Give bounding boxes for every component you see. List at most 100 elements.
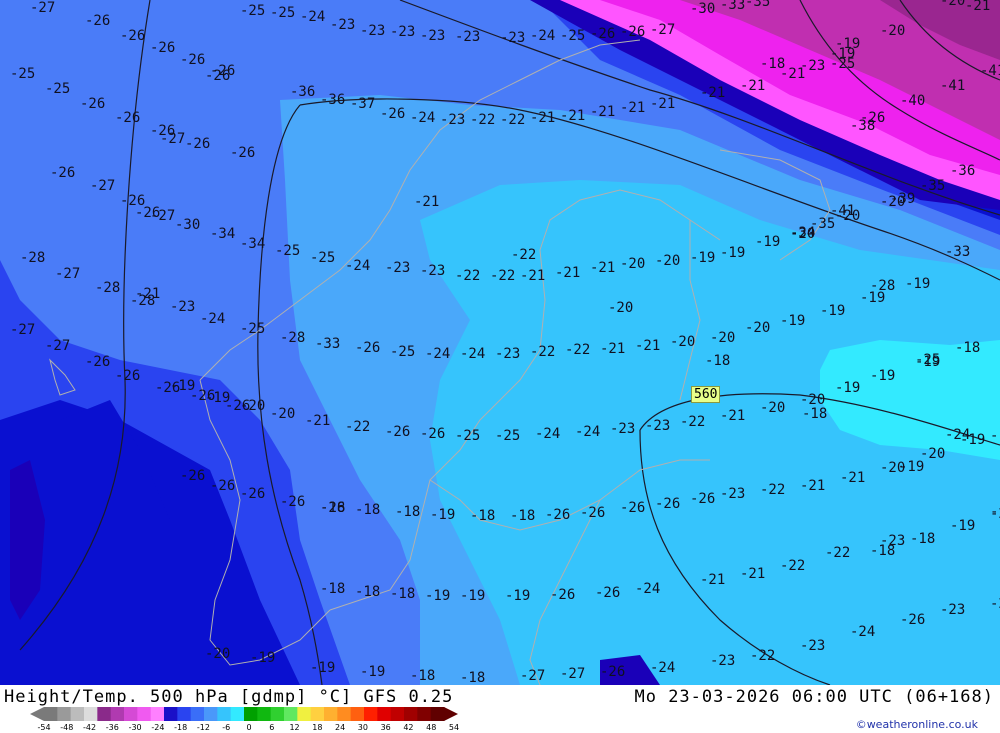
temperature-label: -25 <box>270 5 295 21</box>
temperature-label: -23 <box>385 260 410 276</box>
temperature-label: -21 <box>740 566 765 582</box>
colorbar-swatch <box>284 707 298 721</box>
temperature-label: -20 <box>608 300 633 316</box>
temperature-label: -20 <box>655 253 680 269</box>
colorbar-swatch <box>297 707 312 721</box>
temperature-label: -21 <box>965 0 990 14</box>
temperature-label: -27 <box>650 22 675 38</box>
temperature-label: -25 <box>275 243 300 259</box>
temperature-label: -26 <box>135 205 160 221</box>
colorbar-tick-label: -6 <box>222 723 231 732</box>
temperature-label: -21 <box>700 85 725 101</box>
temperature-label: -26 <box>230 145 255 161</box>
colorbar-swatch <box>137 707 152 721</box>
temperature-label: -21 <box>520 268 545 284</box>
temperature-label: -27 <box>45 338 70 354</box>
temperature-label: -36 <box>950 163 975 179</box>
source-credit[interactable]: ©weatheronline.co.uk <box>856 718 978 731</box>
temperature-label: -24 <box>530 28 555 44</box>
temperature-label: -36 <box>290 84 315 100</box>
temperature-label: -21 <box>135 286 160 302</box>
temperature-label: -26 <box>690 491 715 507</box>
weather-map: -27-26-26-26-26-26-25-25-26-26-26-26-26-… <box>0 0 1000 685</box>
temperature-label: -23 <box>940 602 965 618</box>
temperature-label: -23 <box>880 533 905 549</box>
colorbar-swatch <box>190 707 205 721</box>
colorbar-tick-label: -54 <box>37 723 51 732</box>
temperature-label: -40 <box>900 93 925 109</box>
temperature-label: -19 <box>690 250 715 266</box>
temperature-label: -25 <box>915 352 940 368</box>
colorbar-tick-label: 36 <box>380 723 391 732</box>
colorbar-swatch <box>337 707 352 721</box>
temperature-label: -25 <box>495 428 520 444</box>
temperature-label: -35 <box>920 178 945 194</box>
temperature-label: -25 <box>560 28 585 44</box>
colorbar-swatch <box>70 707 85 721</box>
temperature-label: -20 <box>745 320 770 336</box>
temperature-label: -24 <box>200 311 225 327</box>
temperature-label: -24 <box>650 660 675 676</box>
temperature-label: -28 <box>95 280 120 296</box>
colorbar-swatch <box>124 707 138 721</box>
temperature-label: -33 <box>720 0 745 13</box>
temperature-label: -27 <box>30 0 55 16</box>
temperature-label: -22 <box>750 648 775 664</box>
colorbar-right-arrow <box>444 707 458 721</box>
colorbar-tick-label: 30 <box>357 723 368 732</box>
geopotential-isoline-label: 560 <box>691 386 721 403</box>
temperature-label: -23 <box>390 24 415 40</box>
temperature-label: -26 <box>120 28 145 44</box>
colorbar-swatch <box>377 707 392 721</box>
temperature-label: -22 <box>780 558 805 574</box>
colorbar-swatch <box>324 707 338 721</box>
colorbar-swatch <box>404 707 418 721</box>
temperature-label: -21 <box>600 341 625 357</box>
temperature-label: -19 <box>170 378 195 394</box>
temperature-label: -21 <box>840 470 865 486</box>
temperature-label: -26 <box>150 40 175 56</box>
temperature-label: -26 <box>85 13 110 29</box>
temperature-label: -21 <box>530 110 555 126</box>
temperature-label: -24 <box>945 427 970 443</box>
temperature-label: -33 <box>315 336 340 352</box>
temperature-label: -23 <box>800 638 825 654</box>
temperature-label: -23 <box>330 17 355 33</box>
map-title: Height/Temp. 500 hPa [gdmp] °C] GFS 0.25 <box>4 687 454 707</box>
temperature-label: -20 <box>710 330 735 346</box>
temperature-label: -18 <box>910 531 935 547</box>
temperature-label: -18 <box>395 504 420 520</box>
colorbar-swatch <box>44 707 58 721</box>
temperature-label: -18 <box>320 581 345 597</box>
temperature-label: -25 <box>390 344 415 360</box>
temperature-label: -38 <box>850 118 875 134</box>
temperature-label: -23 <box>170 299 195 315</box>
temperature-label: -25 <box>310 250 335 266</box>
temperature-label: -26 <box>380 106 405 122</box>
temperature-label: -18 <box>460 670 485 685</box>
temperature-label: -30 <box>175 217 200 233</box>
colorbar-swatch <box>244 707 258 721</box>
colorbar-swatch <box>430 707 445 721</box>
temperature-label: -30 <box>690 1 715 17</box>
temperature-label: -37 <box>350 96 375 112</box>
temperature-label: -26 <box>205 68 230 84</box>
color-scale-bar <box>30 707 458 721</box>
temperature-label: -21 <box>590 260 615 276</box>
colorbar-tick-label: -42 <box>83 723 97 732</box>
temperature-label: -22 <box>680 414 705 430</box>
temperature-label: -18 <box>355 502 380 518</box>
temperature-label: -19 <box>430 507 455 523</box>
colorbar-swatch <box>390 707 405 721</box>
temperature-label: -20 <box>760 400 785 416</box>
temperature-label: -26 <box>85 354 110 370</box>
temperature-label: -21 <box>635 338 660 354</box>
temperature-label: -27 <box>520 668 545 684</box>
colorbar-swatch <box>230 707 245 721</box>
temperature-label: -23 <box>495 346 520 362</box>
temperature-label: -19 <box>780 313 805 329</box>
temperature-label: -25 <box>240 321 265 337</box>
temperature-label: -28 <box>280 330 305 346</box>
colorbar-tick-label: 0 <box>246 723 252 732</box>
temperature-label: -24 <box>535 426 560 442</box>
